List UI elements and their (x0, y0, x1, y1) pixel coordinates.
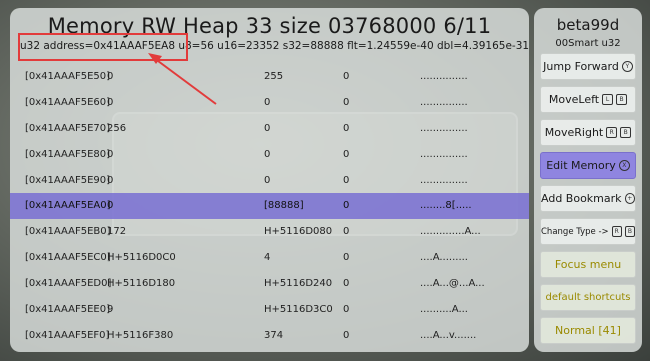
row-address: [0x41AAAF5EB0] (25, 226, 111, 238)
table-row[interactable]: [0x41AAAF5E60] 0 0 0 ............... (10, 90, 529, 116)
table-row[interactable]: [0x41AAAF5E90] 0 0 0 ............... (10, 168, 529, 194)
row-value: 0 (264, 174, 271, 186)
row-address: [0x41AAAF5E50] (25, 71, 111, 82)
row-value: 256 (107, 122, 127, 134)
row-value: 0 (343, 329, 350, 341)
button-label: Jump Forward (543, 60, 619, 73)
row-ascii: ........8[..... (420, 200, 472, 212)
row-value: 0 (264, 122, 271, 134)
button-label: MoveRight (544, 126, 604, 139)
zl-button-icon: L (602, 94, 614, 105)
b-button-icon: B (620, 127, 632, 138)
row-ascii: ..........A... (420, 304, 468, 316)
zr-button-icon: R (606, 127, 618, 138)
row-address: [0x41AAAF5EF0] (25, 329, 110, 341)
memory-table: [0x41AAAF5E50] 0 255 0 ............... [… (10, 64, 529, 349)
row-value: H+5116F380 (107, 329, 174, 341)
row-value: 0 (107, 200, 114, 212)
row-address: [0x41AAAF5E70] (25, 122, 111, 134)
change-type-button[interactable]: Change Type -> R B (540, 218, 636, 245)
row-value: 0 (343, 122, 350, 134)
row-value: 374 (264, 329, 284, 341)
add-bookmark-button[interactable]: Add Bookmark + (540, 185, 636, 212)
default-shortcuts-button[interactable]: default shortcuts (540, 284, 636, 311)
table-row[interactable]: [0x41AAAF5EC0] H+5116D0C0 4 0 ....A.....… (10, 245, 529, 271)
row-value: 172 (107, 226, 127, 238)
row-address: [0x41AAAF5E60] (25, 96, 111, 108)
row-value: H+5116D180 (107, 278, 176, 290)
row-value: 0 (343, 226, 350, 238)
row-value: 0 (107, 96, 114, 108)
row-ascii: ............... (420, 174, 468, 186)
button-label: default shortcuts (545, 292, 631, 303)
row-value: [88888] (264, 200, 304, 212)
row-ascii: ....A......... (420, 252, 468, 264)
table-row[interactable]: [0x41AAAF5EF0] H+5116F380 374 0 ....A...… (10, 323, 529, 349)
row-value: 0 (264, 96, 271, 108)
row-address: [0x41AAAF5EC0] (25, 252, 111, 264)
b-button-icon: B (624, 226, 635, 237)
button-label: MoveLeft (548, 93, 600, 106)
move-right-button[interactable]: MoveRight R B (540, 119, 636, 146)
x-button-icon: X (618, 160, 630, 171)
table-row[interactable]: [0x41AAAF5E70] 256 0 0 ............... (10, 116, 529, 142)
row-value: H+5116D3C0 (264, 304, 333, 316)
zr-button-icon: R (611, 226, 622, 237)
row-address: [0x41AAAF5EA0] (25, 200, 111, 212)
row-value: 255 (264, 71, 284, 82)
row-value: 0 (343, 71, 350, 82)
row-value: 0 (107, 71, 114, 82)
row-value: H+5116D240 (264, 278, 333, 290)
focus-menu-button[interactable]: Focus menu (540, 251, 636, 278)
row-value: 0 (107, 174, 114, 186)
row-ascii: ............... (420, 71, 468, 82)
table-row[interactable]: [0x41AAAF5E80] 0 0 0 ............... (10, 142, 529, 168)
row-value: 0 (343, 200, 350, 212)
row-value: 0 (264, 148, 271, 160)
table-row[interactable]: [0x41AAAF5EE0] 9 H+5116D3C0 0 ..........… (10, 297, 529, 323)
plus-button-icon: + (624, 193, 635, 204)
row-ascii: ............... (420, 148, 468, 160)
row-value: 0 (343, 252, 350, 264)
row-ascii: ............... (420, 96, 468, 108)
jump-forward-button[interactable]: Jump Forward Y (540, 53, 636, 80)
row-ascii: ....A...@...A... (420, 278, 485, 290)
table-row[interactable]: [0x41AAAF5EB0] 172 H+5116D080 0 ........… (10, 219, 529, 245)
row-value: 0 (343, 304, 350, 316)
sidebar-panel: beta99d 00Smart u32 Jump Forward Y MoveL… (534, 8, 642, 352)
table-row-selected[interactable]: [0x41AAAF5EA0] 0 [88888] 0 ........8[...… (10, 193, 529, 220)
table-row[interactable]: [0x41AAAF5E50] 0 255 0 ............... (10, 64, 529, 90)
row-value: 0 (343, 96, 350, 108)
row-ascii: ..............A... (420, 226, 481, 238)
row-value: H+5116D080 (264, 226, 333, 238)
row-address: [0x41AAAF5E80] (25, 148, 111, 160)
button-label: Add Bookmark (541, 192, 622, 205)
normal-mode-button[interactable]: Normal [41] (540, 317, 636, 344)
row-value: 9 (107, 304, 114, 316)
row-value: 0 (343, 174, 350, 186)
row-address: [0x41AAAF5ED0] (25, 278, 112, 290)
y-button-icon: Y (621, 61, 633, 72)
edit-memory-button[interactable]: Edit Memory X (540, 152, 636, 179)
row-value: H+5116D0C0 (107, 252, 176, 264)
version-title: beta99d (556, 16, 620, 34)
move-left-button[interactable]: MoveLeft L B (540, 86, 636, 113)
row-ascii: ............... (420, 122, 468, 134)
table-row[interactable]: [0x41AAAF5ED0] H+5116D180 H+5116D240 0 .… (10, 271, 529, 297)
row-value: 0 (343, 148, 350, 160)
button-label: Normal [41] (555, 324, 621, 337)
row-value: 0 (343, 278, 350, 290)
address-highlight-box (18, 33, 188, 61)
memory-viewer-panel: Memory RW Heap 33 size 03768000 6/11 u32… (10, 8, 529, 352)
button-label: Focus menu (554, 258, 622, 271)
row-address: [0x41AAAF5E90] (25, 174, 111, 186)
button-label: Edit Memory (546, 159, 616, 172)
mode-subtitle: 00Smart u32 (555, 38, 621, 49)
button-label: Change Type -> (541, 226, 609, 237)
row-address: [0x41AAAF5EE0] (25, 304, 110, 316)
row-ascii: ....A...v....... (420, 329, 477, 341)
b-button-icon: B (616, 94, 628, 105)
row-value: 4 (264, 252, 271, 264)
row-value: 0 (107, 148, 114, 160)
